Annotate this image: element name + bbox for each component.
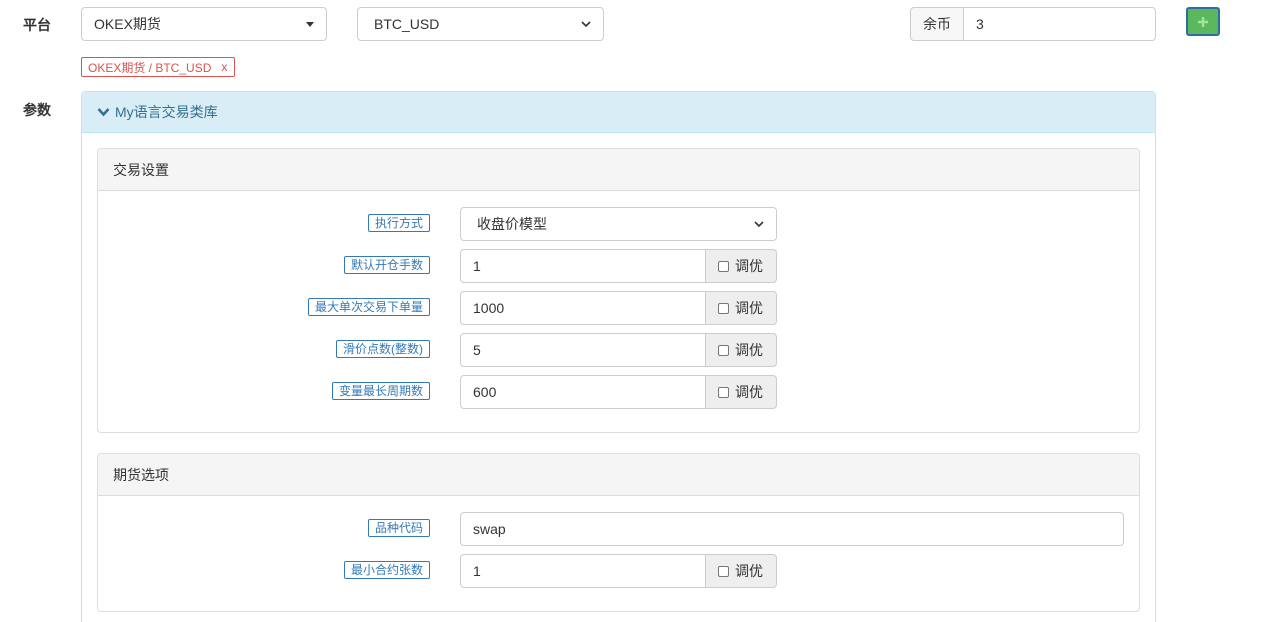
library-title: My语言交易类库 [115, 104, 218, 120]
balance-label: 余币 [910, 7, 963, 41]
slippage-label: 滑价点数(整数) [336, 340, 430, 358]
tune-label: 调优 [735, 258, 763, 274]
tune-label: 调优 [735, 563, 763, 579]
tune-label: 调优 [735, 300, 763, 316]
pair-select[interactable]: BTC_USD [357, 7, 604, 41]
chevron-down-icon [581, 21, 591, 28]
slippage-tune[interactable]: 调优 [706, 333, 777, 367]
pair-select-value: BTC_USD [374, 16, 440, 32]
trade-settings-header: 交易设置 [98, 149, 1139, 191]
min-contract-group: 1 调优 [460, 554, 777, 588]
min-contract-label-wrap: 最小合约张数 [98, 561, 430, 579]
chevron-down-icon [754, 221, 764, 228]
exchange-tag-text: OKEX期货 / BTC_USD [88, 60, 212, 75]
add-exchange-button[interactable] [1186, 7, 1220, 36]
field-label-wrap: 默认开仓手数 [98, 256, 430, 274]
tune-checkbox[interactable] [718, 565, 729, 577]
exec-mode-value: 收盘价模型 [477, 216, 547, 232]
exec-mode-label-wrap: 执行方式 [98, 214, 430, 232]
max-order-input[interactable]: 1000 [460, 291, 706, 325]
exchange-select-value: OKEX期货 [94, 16, 161, 32]
tune-label: 调优 [735, 384, 763, 400]
default-lots-input[interactable]: 1 [460, 249, 706, 283]
default-lots-label: 默认开仓手数 [343, 256, 430, 274]
balance-input[interactable]: 3 [963, 7, 1156, 41]
exec-mode-select[interactable]: 收盘价模型 [460, 207, 777, 241]
slippage-input[interactable]: 5 [460, 333, 706, 367]
max-period-label: 变量最长周期数 [331, 382, 430, 400]
max-period-input[interactable]: 600 [460, 375, 706, 409]
default-lots-tune[interactable]: 调优 [706, 249, 777, 283]
remove-tag-button[interactable]: x [221, 60, 227, 74]
max-period-group: 600 调优 [460, 375, 777, 409]
max-order-tune[interactable]: 调优 [706, 291, 777, 325]
max-period-tune[interactable]: 调优 [706, 375, 777, 409]
tune-label: 调优 [735, 342, 763, 358]
tune-checkbox[interactable] [718, 260, 729, 272]
tune-checkbox[interactable] [718, 302, 729, 314]
field-label-wrap: 滑价点数(整数) [98, 340, 430, 358]
chevron-down-icon [97, 108, 110, 117]
exchange-select[interactable]: OKEX期货 [81, 7, 327, 41]
futures-options-header: 期货选项 [98, 454, 1139, 496]
balance-group: 余币 3 [910, 7, 1156, 41]
max-order-group: 1000 调优 [460, 291, 777, 325]
library-panel-header[interactable]: My语言交易类库 [82, 92, 1155, 133]
tune-checkbox[interactable] [718, 386, 729, 398]
symbol-input[interactable]: swap [460, 512, 1124, 546]
tune-checkbox[interactable] [718, 344, 729, 356]
min-contract-tune[interactable]: 调优 [706, 554, 777, 588]
default-lots-group: 1 调优 [460, 249, 777, 283]
exec-mode-label: 执行方式 [367, 214, 430, 232]
symbol-label-wrap: 品种代码 [98, 519, 430, 537]
field-label-wrap: 变量最长周期数 [98, 382, 430, 400]
min-contract-label: 最小合约张数 [343, 561, 430, 579]
field-label-wrap: 最大单次交易下单量 [98, 298, 430, 316]
exchange-tag: OKEX期货 / BTC_USD x [81, 57, 235, 77]
caret-down-icon [306, 21, 314, 27]
max-order-label: 最大单次交易下单量 [307, 298, 430, 316]
plus-icon [1198, 16, 1208, 27]
params-label: 参数 [23, 102, 51, 118]
platform-label: 平台 [23, 17, 51, 33]
min-contract-input[interactable]: 1 [460, 554, 706, 588]
slippage-group: 5 调优 [460, 333, 777, 367]
symbol-label: 品种代码 [367, 519, 430, 537]
